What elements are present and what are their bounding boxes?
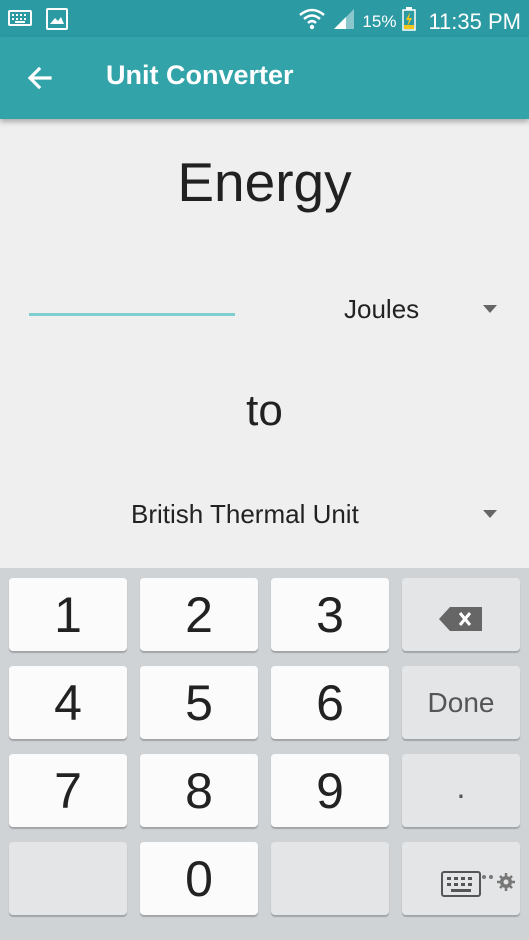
blank-key[interactable] [9, 842, 127, 915]
key-3[interactable]: 3 [271, 578, 389, 651]
key-4[interactable]: 4 [9, 666, 127, 739]
key-0[interactable]: 0 [140, 842, 258, 915]
battery-icon [402, 7, 417, 36]
clock: 11:35 PM [428, 8, 521, 34]
to-unit-value: British Thermal Unit [131, 499, 359, 529]
done-key[interactable]: Done [402, 666, 520, 739]
keyboard-settings-icon [480, 846, 516, 904]
key-1[interactable]: 1 [9, 578, 127, 651]
decimal-key[interactable]: . [402, 754, 520, 827]
value-input[interactable] [29, 313, 235, 316]
keyboard-icon [441, 855, 481, 913]
from-unit-value: Joules [344, 294, 420, 324]
app-title: Unit Converter [106, 60, 294, 90]
arrow-left-icon [22, 66, 60, 101]
keyboard-switch-key[interactable] [402, 842, 520, 915]
key-2[interactable]: 2 [140, 578, 258, 651]
wifi-icon [298, 6, 326, 37]
signal-icon [332, 7, 356, 36]
category-heading: Energy [177, 151, 352, 213]
back-button[interactable] [22, 59, 60, 97]
to-label: to [246, 386, 283, 435]
blank-key[interactable] [271, 842, 389, 915]
key-8[interactable]: 8 [140, 754, 258, 827]
backspace-key[interactable] [402, 578, 520, 651]
numeric-keyboard: 1 2 3 4 5 6 Done 7 8 9 . 0 [0, 568, 529, 940]
key-5[interactable]: 5 [140, 666, 258, 739]
from-unit-dropdown[interactable]: Joules [300, 290, 515, 330]
dropdown-arrow-icon [483, 305, 497, 313]
to-unit-dropdown[interactable]: British Thermal Unit [100, 495, 515, 535]
image-icon [46, 8, 68, 35]
status-bar: 15% 11:35 PM [0, 0, 529, 37]
backspace-icon [438, 586, 484, 644]
key-9[interactable]: 9 [271, 754, 389, 827]
dropdown-arrow-icon [483, 510, 497, 518]
keyboard-icon [8, 8, 32, 35]
key-7[interactable]: 7 [9, 754, 127, 827]
app-bar: Unit Converter [0, 37, 529, 119]
battery-percent: 15% [362, 11, 397, 31]
key-6[interactable]: 6 [271, 666, 389, 739]
